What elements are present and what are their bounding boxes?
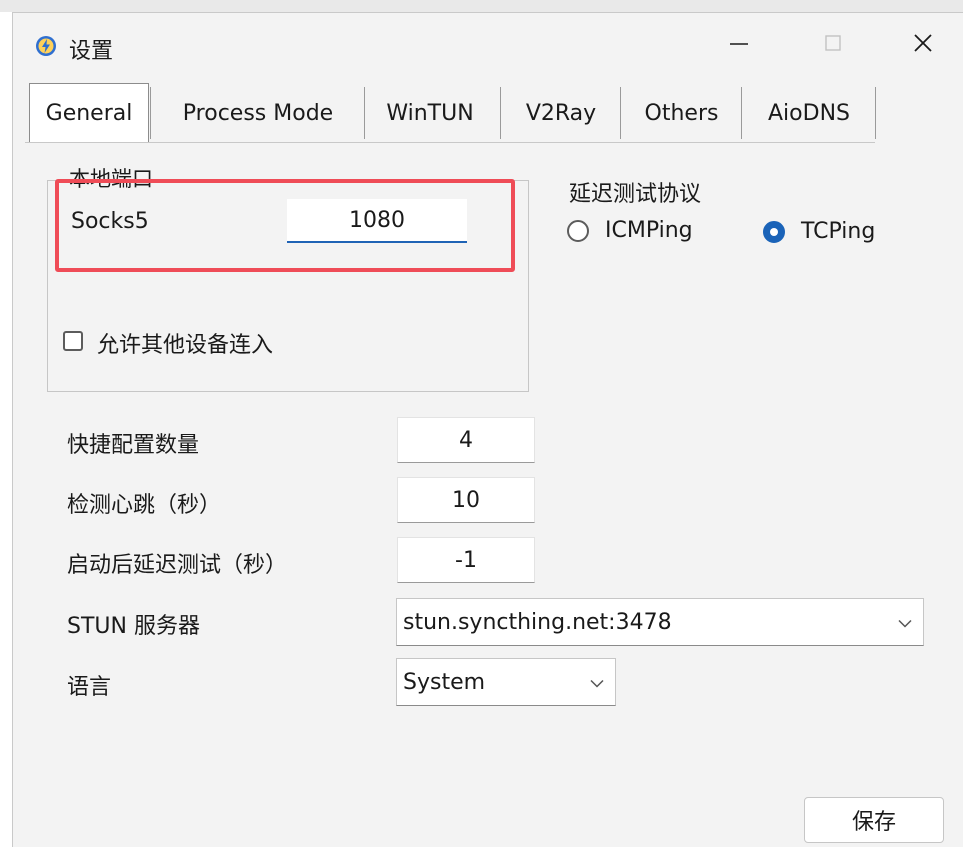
language-value: System	[403, 669, 486, 695]
app-lightning-icon	[35, 35, 57, 57]
stun-server-value: stun.syncthing.net:3478	[403, 609, 672, 635]
socks5-port-input[interactable]: 1080	[287, 199, 467, 243]
tab-process-mode[interactable]: Process Mode	[153, 83, 363, 143]
allow-devices-label: 允许其他设备连入	[97, 333, 274, 358]
stun-label: STUN 服务器	[67, 614, 200, 639]
tab-separator	[620, 87, 621, 139]
tcping-label: TCPing	[801, 219, 876, 244]
maximize-button[interactable]	[803, 25, 863, 65]
tcping-radio[interactable]	[763, 221, 785, 243]
window-title: 设置	[69, 39, 114, 64]
language-select[interactable]: System	[396, 658, 616, 706]
tab-v2ray[interactable]: V2Ray	[503, 83, 619, 143]
heartbeat-label: 检测心跳（秒）	[67, 493, 222, 518]
tab-separator	[150, 87, 151, 139]
minimize-button[interactable]	[709, 25, 769, 65]
language-label: 语言	[67, 675, 112, 700]
minimize-icon	[729, 33, 749, 57]
tab-separator	[500, 87, 501, 139]
startup-delay-label: 启动后延迟测试（秒）	[67, 553, 288, 578]
heartbeat-input[interactable]: 10	[397, 477, 535, 523]
tab-general[interactable]: General	[29, 83, 149, 143]
maximize-icon	[823, 33, 843, 57]
allow-devices-checkbox[interactable]	[63, 331, 83, 351]
desktop-background	[0, 0, 963, 12]
quick-config-label: 快捷配置数量	[67, 433, 200, 458]
tab-wintun[interactable]: WinTUN	[367, 83, 493, 143]
icmping-label: ICMPing	[605, 218, 693, 243]
quick-config-input[interactable]: 4	[397, 417, 535, 463]
latency-protocol-title: 延迟测试协议	[569, 182, 702, 207]
save-button[interactable]: 保存	[804, 797, 944, 843]
tab-separator	[875, 87, 876, 139]
close-icon	[913, 33, 933, 57]
startup-delay-input[interactable]: -1	[397, 537, 535, 583]
tab-strip-divider	[25, 142, 875, 143]
icmping-radio[interactable]	[567, 220, 589, 242]
close-button[interactable]	[893, 25, 953, 65]
settings-window: 设置 General Process Mode WinTUN V2Ray Oth…	[12, 12, 963, 847]
tab-separator	[364, 87, 365, 139]
socks5-label: Socks5	[71, 209, 149, 234]
tab-separator	[741, 87, 742, 139]
tab-others[interactable]: Others	[623, 83, 740, 143]
chevron-down-icon	[589, 670, 605, 695]
tab-aiodns[interactable]: AioDNS	[744, 83, 874, 143]
title-bar: 设置	[13, 13, 963, 75]
stun-server-select[interactable]: stun.syncthing.net:3478	[396, 598, 924, 646]
chevron-down-icon	[897, 610, 913, 635]
